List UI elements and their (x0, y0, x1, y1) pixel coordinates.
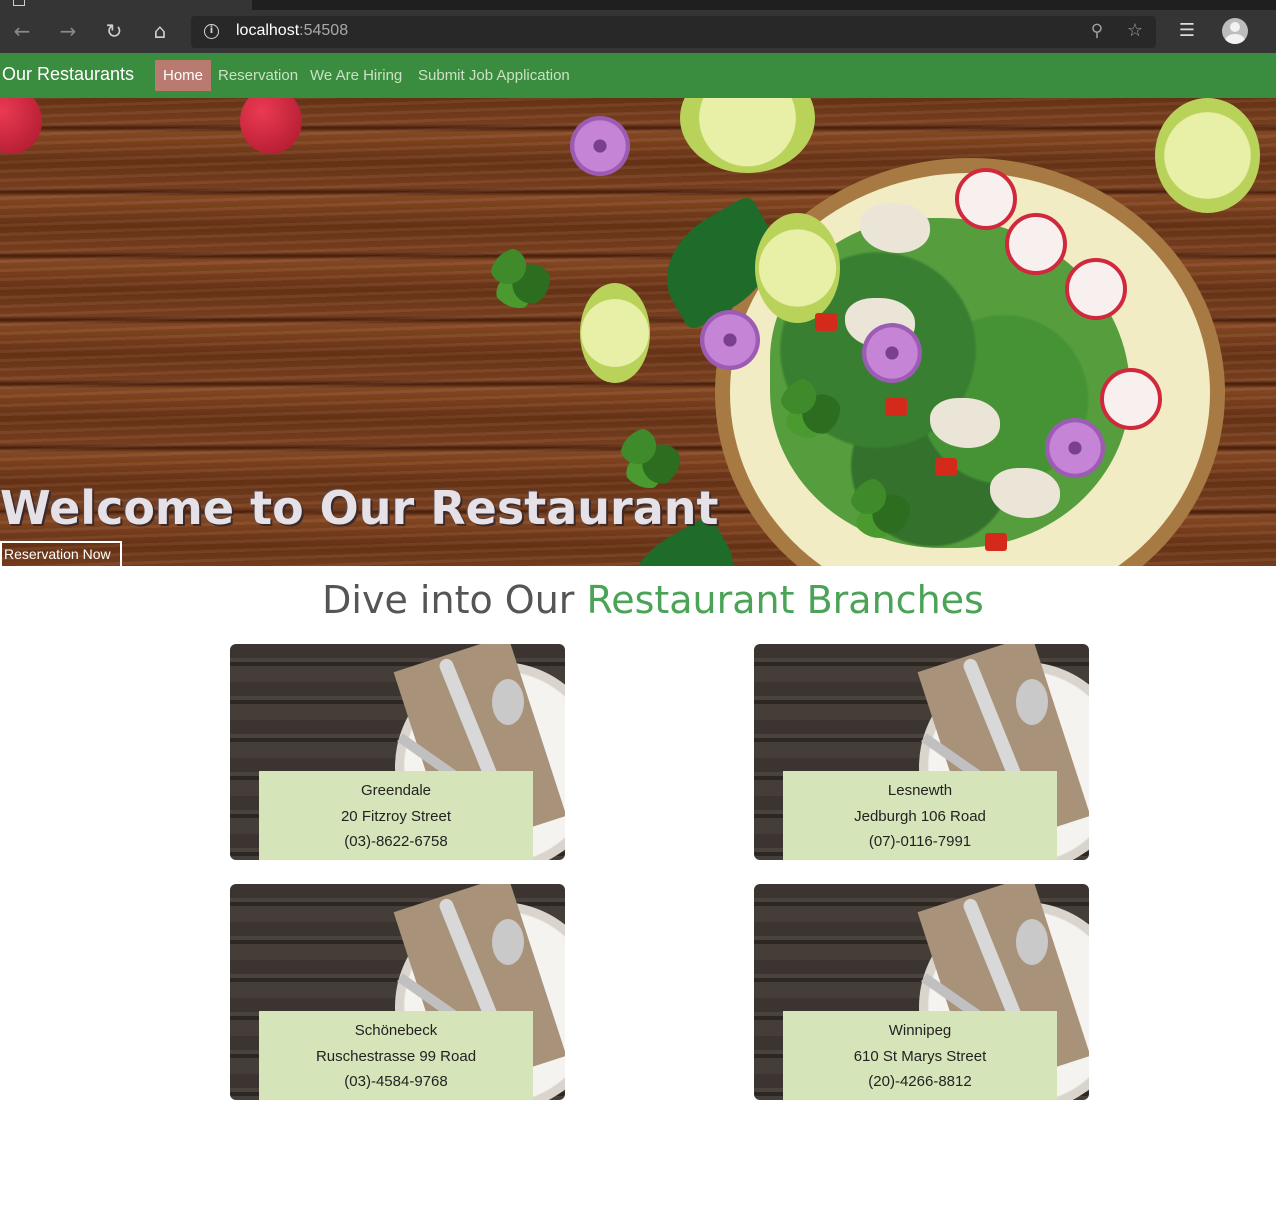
hero-flower-image (862, 323, 922, 383)
forward-arrow-icon[interactable]: → (55, 18, 81, 44)
hero-parsley-image (780, 378, 840, 438)
tab-strip (0, 0, 1276, 10)
branch-phone: (03)-8622-6758 (344, 833, 448, 850)
nav-link-home[interactable]: Home (155, 60, 212, 91)
hero-radish-image (0, 98, 42, 154)
branch-phone: (07)-0116-7991 (868, 833, 972, 850)
back-arrow-icon[interactable]: ← (9, 18, 35, 44)
branch-name: Greendale (360, 782, 432, 799)
branch-name: Schönebeck (354, 1022, 438, 1039)
branch-name: Winnipeg (888, 1022, 952, 1039)
hero-flower-image (700, 310, 760, 370)
hero-banner: Welcome to Our Restaurant Reservation No… (0, 98, 1276, 566)
branch-name: Lesnewth (887, 782, 953, 799)
hero-parsley-image (850, 478, 910, 538)
branch-address: 610 St Marys Street (853, 1047, 987, 1065)
zoom-icon[interactable]: ⚲ (1086, 20, 1108, 42)
hero-radish-slice-image (955, 168, 1017, 230)
hero-radish-image (240, 98, 302, 154)
hero-radish-slice-image (1065, 258, 1127, 320)
hero-parsley-image (620, 428, 680, 488)
branch-info: Schönebeck Ruschestrasse 99 Road (03)-45… (259, 1011, 533, 1100)
branch-card[interactable]: Winnipeg 610 St Marys Street (20)-4266-8… (754, 884, 1089, 1100)
branches-heading: Dive into Our Restaurant Branches (322, 578, 984, 622)
hero-parsley-image (490, 248, 550, 308)
nav-link-reservation[interactable]: Reservation (218, 67, 298, 84)
branch-info: Winnipeg 610 St Marys Street (20)-4266-8… (783, 1011, 1057, 1100)
branch-phone: (03)-4584-9768 (344, 1073, 448, 1090)
branch-address: Ruschestrasse 99 Road (315, 1047, 477, 1065)
branch-card[interactable]: Lesnewth Jedburgh 106 Road (07)-0116-799… (754, 644, 1089, 860)
branch-info: Lesnewth Jedburgh 106 Road (07)-0116-799… (783, 771, 1057, 860)
browser-toolbar: ← → ↻ ⌂ i localhost:54508 ⚲ ☆ ☰ (0, 10, 1276, 53)
hero-pepper-image (885, 398, 907, 416)
hero-lime-image (1155, 98, 1260, 213)
hero-lime-image (580, 283, 650, 383)
branch-address: 20 Fitzroy Street (340, 807, 452, 825)
url-text[interactable]: localhost:54508 (236, 22, 348, 40)
hero-lime-image (755, 213, 840, 323)
profile-avatar-icon[interactable] (1222, 18, 1248, 44)
reload-icon[interactable]: ↻ (101, 18, 127, 44)
hero-radish-slice-image (1100, 368, 1162, 430)
reservation-now-button[interactable]: Reservation Now (0, 541, 122, 566)
branch-card[interactable]: Greendale 20 Fitzroy Street (03)-8622-67… (230, 644, 565, 860)
nav-link-job-application[interactable]: Submit Job Application (418, 67, 570, 84)
hero-pepper-image (985, 533, 1007, 551)
hero-title: Welcome to Our Restaurant (0, 481, 719, 535)
info-icon[interactable]: i (204, 24, 219, 39)
brand-link[interactable]: Our Restaurants (2, 64, 134, 85)
nav-link-hiring[interactable]: We Are Hiring (310, 67, 402, 84)
site-navbar: Our Restaurants Home Reservation We Are … (0, 53, 1276, 98)
hero-lime-image (680, 98, 815, 173)
address-bar[interactable]: i localhost:54508 ⚲ ☆ (191, 16, 1156, 48)
hero-flower-image (1045, 418, 1105, 478)
branch-card[interactable]: Schönebeck Ruschestrasse 99 Road (03)-45… (230, 884, 565, 1100)
branch-info: Greendale 20 Fitzroy Street (03)-8622-67… (259, 771, 533, 860)
home-icon[interactable]: ⌂ (147, 18, 173, 44)
hero-pepper-image (815, 313, 837, 331)
page-icon (13, 0, 25, 6)
hero-pepper-image (935, 458, 957, 476)
hero-flower-image (570, 116, 630, 176)
favorites-icon[interactable]: ☰ (1174, 18, 1200, 44)
bookmark-star-icon[interactable]: ☆ (1124, 20, 1146, 42)
hero-radish-slice-image (1005, 213, 1067, 275)
branch-address: Jedburgh 106 Road (854, 807, 986, 825)
browser-tab[interactable] (0, 0, 252, 10)
branch-phone: (20)-4266-8812 (868, 1073, 972, 1090)
